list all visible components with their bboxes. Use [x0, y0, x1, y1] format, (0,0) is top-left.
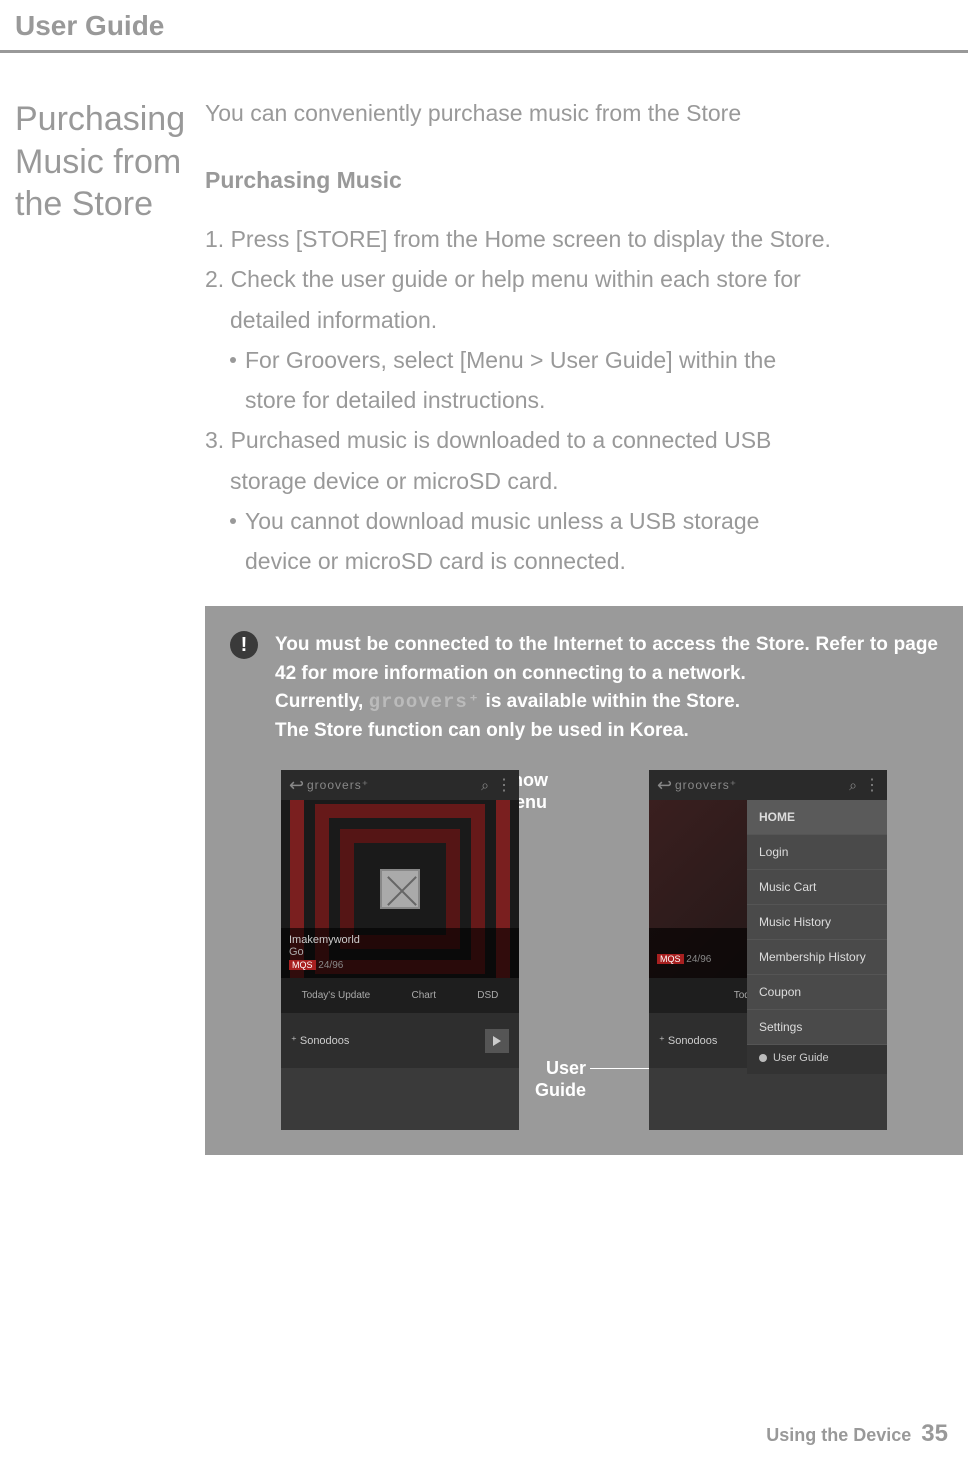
step-1: 1. Press [STORE] from the Home screen to… [205, 219, 963, 259]
header-title: User Guide [15, 10, 968, 50]
mqs-badge-r: MQS [657, 954, 684, 964]
ss-top-bar: ↩ groovers⁺ ⌕ ⋮ [281, 770, 519, 800]
tab-chart[interactable]: Chart [412, 990, 436, 1001]
step-2-cont: detailed information. [205, 300, 963, 340]
track-quality: MQS 24/96 [289, 960, 511, 971]
step-3-bullet: You cannot download music unless a USB s… [205, 501, 963, 541]
mqs-badge: MQS [289, 960, 316, 970]
section-heading: Purchasing Music from the Store [15, 98, 205, 1155]
callout-line2b: is available within the Store. [480, 691, 740, 712]
callout-line2a: Currently, [275, 691, 369, 712]
play-button[interactable] [485, 1029, 509, 1053]
screenshot-right: ↩ groovers⁺ ⌕ ⋮ 노래왕 등 복면가왕 MQS 24/96 [649, 770, 887, 1130]
track-artist: Go [289, 946, 511, 958]
menu-user-guide-row[interactable]: User Guide [747, 1042, 887, 1074]
app-logo-r: groovers⁺ [675, 778, 737, 792]
main-column: You can conveniently purchase music from… [205, 98, 968, 1155]
step-3-cont: storage device or microSD card. [205, 461, 963, 501]
menu-membership-history[interactable]: Membership History [747, 940, 887, 975]
step-2: 2. Check the user guide or help menu wit… [205, 259, 963, 299]
track-bitrate-r: 24/96 [684, 954, 712, 965]
intro-text: You can conveniently purchase music from… [205, 98, 963, 129]
ss-filler [281, 1068, 519, 1130]
album-art: Imakemyworld Go MQS 24/96 [281, 800, 519, 978]
section-heading-text: Purchasing Music from the Store [15, 98, 205, 226]
screenshot-left: ↩ groovers⁺ ⌕ ⋮ Imakemyworld Go MQS [281, 770, 519, 1130]
bottom-label: ⁺ Sonodoos [291, 1034, 349, 1047]
menu-overlay: HOME Login Music Cart Music History Memb… [747, 800, 887, 1045]
page-header: User Guide [0, 0, 968, 53]
back-icon-r[interactable]: ↩ [657, 775, 672, 796]
track-info: Imakemyworld Go MQS 24/96 [281, 928, 519, 978]
content-wrapper: Purchasing Music from the Store You can … [0, 53, 968, 1155]
footer-section: Using the Device [766, 1425, 911, 1445]
track-title: Imakemyworld [289, 934, 511, 946]
menu-coupon[interactable]: Coupon [747, 975, 887, 1010]
step-2-bullet: For Groovers, select [Menu > User Guide]… [205, 340, 963, 380]
steps-list: 1. Press [STORE] from the Home screen to… [205, 219, 963, 581]
menu-music-cart[interactable]: Music Cart [747, 870, 887, 905]
menu-user-guide-label: User Guide [773, 1052, 829, 1064]
ss-filler-r [649, 1068, 887, 1130]
anno-user-1: User [546, 1058, 586, 1078]
menu-dots-icon-r[interactable]: ⋮ [864, 775, 879, 795]
app-logo: groovers⁺ [307, 778, 369, 792]
callout-line3: The Store function can only be used in K… [275, 720, 689, 741]
anno-user-2: Guide [535, 1080, 586, 1100]
search-icon[interactable]: ⌕ [481, 777, 489, 794]
ss-bottom-bar: ⁺ Sonodoos [281, 1013, 519, 1068]
ss-tabs: Today's Update Chart DSD [281, 978, 519, 1013]
step-3: 3. Purchased music is downloaded to a co… [205, 420, 963, 460]
menu-music-history[interactable]: Music History [747, 905, 887, 940]
back-icon[interactable]: ↩ [289, 775, 304, 796]
menu-dots-icon[interactable]: ⋮ [496, 775, 511, 795]
callout-text: You must be connected to the Internet to… [230, 631, 938, 745]
info-callout: ! You must be connected to the Internet … [205, 606, 963, 1155]
page-footer: Using the Device 35 [766, 1420, 948, 1448]
page-number: 35 [921, 1420, 948, 1447]
screenshot-row: Show Menu User Guide ↩ groovers⁺ ⌕ ⋮ [230, 770, 938, 1130]
track-bitrate: 24/96 [316, 960, 344, 971]
groovers-logo-text: groovers⁺ [369, 691, 481, 713]
menu-settings[interactable]: Settings [747, 1010, 887, 1045]
callout-line1: You must be connected to the Internet to… [275, 634, 938, 684]
sub-heading: Purchasing Music [205, 167, 963, 194]
step-2-bullet-cont: store for detailed instructions. [205, 380, 963, 420]
step-3-bullet-cont: device or microSD card is connected. [205, 541, 963, 581]
menu-login[interactable]: Login [747, 835, 887, 870]
bottom-label-r: ⁺ Sonodoos [659, 1034, 717, 1047]
user-guide-annotation: User Guide [535, 1058, 586, 1101]
tab-dsd[interactable]: DSD [477, 990, 498, 1001]
track-quality-r: MQS 24/96 [657, 954, 739, 965]
search-icon-r[interactable]: ⌕ [849, 777, 857, 794]
radio-icon [759, 1054, 767, 1062]
art-center-glyph [380, 869, 420, 909]
ss-top-bar-r: ↩ groovers⁺ ⌕ ⋮ [649, 770, 887, 800]
menu-user-guide[interactable]: User Guide [759, 1052, 875, 1064]
tab-update[interactable]: Today's Update [302, 990, 371, 1001]
track-info-r: MQS 24/96 [649, 928, 747, 978]
play-icon [493, 1036, 501, 1046]
menu-home[interactable]: HOME [747, 800, 887, 835]
